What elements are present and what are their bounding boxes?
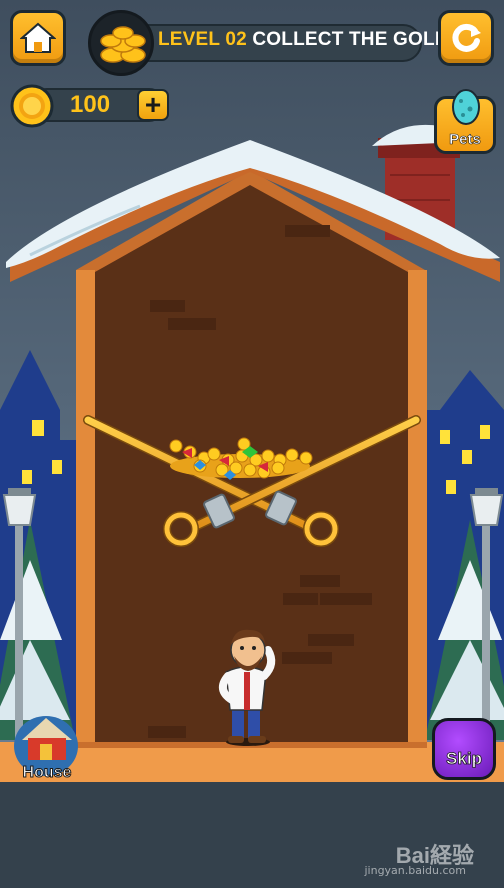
game-scene: LEVEL 02 COLLECT THE GOLD 100 + Pets Hou… (0, 0, 504, 888)
coin-count: 100 (70, 91, 111, 118)
watermark-url: jingyan.baidu.com (364, 864, 466, 877)
restart-icon (449, 21, 483, 55)
gold-coins-badge (88, 10, 154, 76)
add-coins-button[interactable]: + (137, 89, 169, 121)
egg-icon (451, 85, 481, 129)
house-label: House (22, 764, 72, 782)
coin-icon (10, 84, 54, 128)
home-icon (19, 22, 57, 54)
restart-button[interactable] (438, 10, 494, 66)
home-button[interactable] (10, 10, 66, 66)
level-number: LEVEL 02 (158, 29, 247, 50)
skip-label: Skip (446, 749, 483, 769)
level-objective: COLLECT THE GOLD (252, 29, 449, 50)
pets-label: Pets (449, 131, 481, 149)
plus-icon: + (144, 89, 162, 120)
level-title: LEVEL 02 COLLECT THE GOLD (158, 29, 449, 51)
